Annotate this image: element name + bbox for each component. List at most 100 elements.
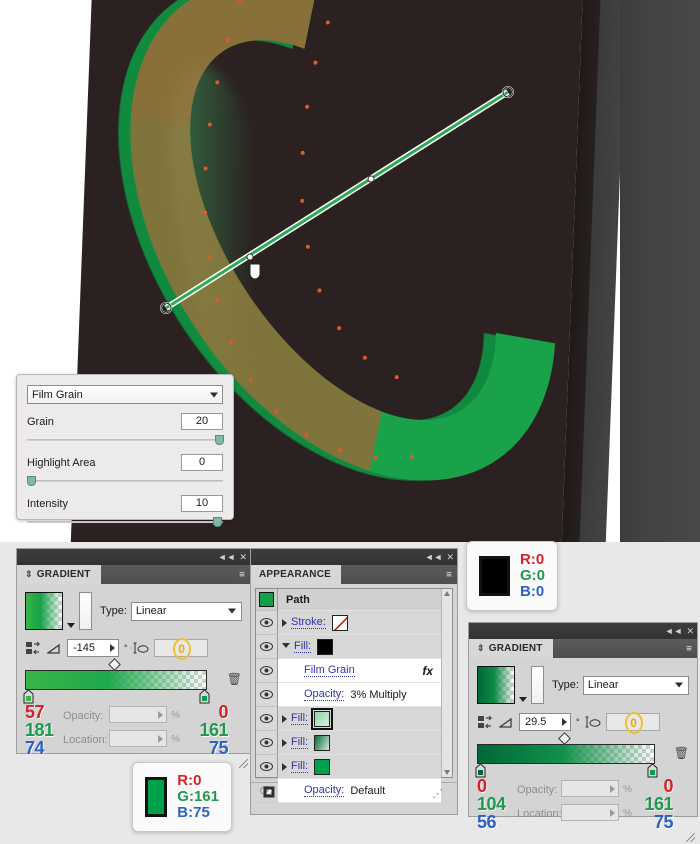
disclosure-triangle-icon[interactable]	[282, 618, 287, 627]
gradient-aspect-ratio-input[interactable]: 0	[153, 638, 208, 660]
opacity-label-1[interactable]: Opacity:	[304, 688, 345, 701]
location-input[interactable]	[109, 730, 167, 747]
delete-stop-icon[interactable]: 🗑	[674, 746, 689, 760]
grain-slider-knob[interactable]	[215, 435, 225, 445]
opacity-label-2[interactable]: Opacity:	[304, 784, 345, 797]
intensity-value-input[interactable]: 10	[181, 495, 223, 512]
effect-label-film-grain[interactable]: Film Grain	[304, 664, 355, 677]
fill-swatch-1[interactable]	[311, 707, 334, 730]
gradient-slider-strip[interactable]: 🗑	[23, 658, 242, 704]
highlight-area-slider[interactable]	[27, 476, 223, 486]
edit-gradient-icon[interactable]	[25, 641, 41, 655]
edit-gradient-icon[interactable]	[477, 715, 493, 729]
intensity-slider-knob[interactable]	[213, 517, 223, 527]
eye-icon-opacity-2[interactable]	[256, 779, 277, 803]
stroke-swatch-none[interactable]	[331, 614, 348, 631]
chevron-down-icon[interactable]	[519, 697, 527, 702]
panel-menu-icon[interactable]: ≡	[686, 644, 692, 654]
grain-value-input[interactable]: 20	[181, 413, 223, 430]
fill-swatch-0[interactable]	[317, 638, 334, 655]
appearance-row-fill-0[interactable]: Fill:	[278, 635, 441, 659]
appearance-row-fill-2[interactable]: Fill:	[278, 731, 441, 755]
appearance-rows[interactable]: Path Stroke: Fill: Film Grain fx Opacity…	[278, 589, 441, 803]
appearance-row-stroke[interactable]: Stroke:	[278, 611, 441, 635]
gradient-panel-right[interactable]: ◄◄ ✕ ⇕ GRADIENT ≡ Type: Linear 29.5 ° 0 …	[468, 622, 698, 842]
appearance-list[interactable]: Path Stroke: Fill: Film Grain fx Opacity…	[255, 588, 453, 803]
collapse-icon[interactable]: ◄◄	[218, 552, 236, 562]
fill-swatch-2[interactable]	[314, 734, 331, 751]
scroll-down-icon[interactable]	[444, 770, 450, 775]
panel-tabbar[interactable]: ⇕ GRADIENT ≡	[469, 639, 697, 658]
gradient-midpoint-diamond[interactable]	[108, 658, 121, 671]
reverse-gradient-button[interactable]	[79, 592, 92, 630]
effect-preset-select[interactable]: Film Grain	[27, 385, 223, 404]
collapse-icon[interactable]: ◄◄	[665, 626, 683, 636]
close-icon[interactable]: ✕	[686, 626, 694, 636]
panel-menu-icon[interactable]: ≡	[239, 570, 245, 580]
close-icon[interactable]: ✕	[446, 552, 454, 562]
chevron-down-icon[interactable]	[67, 623, 75, 628]
eye-icon-stroke[interactable]	[256, 611, 277, 635]
gradient-preview-swatch[interactable]	[25, 592, 63, 630]
gradient-type-select[interactable]: Linear	[582, 675, 689, 695]
tab-gradient[interactable]: ⇕ GRADIENT	[469, 639, 553, 658]
eye-icon-opacity-1[interactable]	[256, 683, 277, 707]
tab-appearance[interactable]: APPEARANCE	[251, 565, 342, 584]
gradient-midpoint-diamond[interactable]	[558, 732, 571, 745]
panel-tabbar[interactable]: APPEARANCE ≡	[251, 565, 457, 584]
stroke-label[interactable]: Stroke:	[291, 616, 326, 629]
opacity-input[interactable]	[561, 780, 619, 797]
film-grain-dialog[interactable]: Film Grain Grain 20 Highlight Area 0 Int…	[16, 374, 234, 527]
disclosure-triangle-icon[interactable]	[282, 762, 287, 771]
tab-gradient[interactable]: ⇕ GRADIENT	[17, 565, 101, 584]
fill-label-1[interactable]: Fill:	[291, 712, 309, 725]
gradient-angle-input[interactable]: -145	[67, 639, 119, 657]
reverse-gradient-button[interactable]	[531, 666, 544, 704]
highlight-area-slider-knob[interactable]	[27, 476, 36, 486]
fill-swatch-3[interactable]	[314, 758, 331, 775]
opacity-input[interactable]	[109, 706, 167, 723]
appearance-row-opacity-2[interactable]: Opacity: Default	[278, 779, 441, 803]
gradient-ramp-bar[interactable]	[477, 744, 655, 764]
gradient-type-select[interactable]: Linear	[130, 601, 242, 621]
panel-menu-icon[interactable]: ≡	[446, 570, 452, 580]
fx-icon[interactable]: fx	[422, 664, 433, 678]
eye-icon-fill-2[interactable]	[256, 731, 277, 755]
gradient-ramp-bar[interactable]	[25, 670, 207, 690]
disclosure-triangle-icon[interactable]	[282, 738, 287, 747]
gradient-preview-swatch[interactable]	[477, 666, 515, 704]
eye-icon-fill-0[interactable]	[256, 635, 277, 659]
appearance-panel[interactable]: ◄◄ ✕ APPEARANCE ≡ Path Stroke: Fill: Fil…	[250, 548, 458, 815]
panel-resize-grip[interactable]: ⋰	[432, 787, 443, 800]
gradient-angle-input[interactable]: 29.5	[519, 713, 571, 731]
gradient-aspect-ratio-input[interactable]: 0	[605, 712, 660, 734]
gradient-panel-left[interactable]: ◄◄ ✕ ⇕ GRADIENT ≡ Type: Linear -145 ° 0 …	[16, 548, 251, 768]
appearance-row-effect[interactable]: Film Grain fx	[278, 659, 441, 683]
fill-label-3[interactable]: Fill:	[291, 760, 309, 773]
scroll-up-icon[interactable]	[444, 591, 450, 596]
eye-icon-effect[interactable]	[256, 659, 277, 683]
grain-slider[interactable]	[27, 435, 225, 445]
fill-label-2[interactable]: Fill:	[291, 736, 309, 749]
close-icon[interactable]: ✕	[239, 552, 247, 562]
disclosure-triangle-icon[interactable]	[282, 714, 287, 723]
fill-label-0[interactable]: Fill:	[294, 640, 312, 653]
appearance-row-fill-3[interactable]: Fill:	[278, 755, 441, 779]
stepper-icon[interactable]	[610, 784, 615, 793]
intensity-slider[interactable]	[27, 517, 223, 527]
highlight-area-value-input[interactable]: 0	[181, 454, 223, 471]
panel-tabbar[interactable]: ⇕ GRADIENT ≡	[17, 565, 250, 584]
eye-icon-fill-3[interactable]	[256, 755, 277, 779]
gradient-stop-end[interactable]	[647, 763, 658, 778]
appearance-scrollbar[interactable]	[441, 589, 452, 777]
stepper-icon[interactable]	[110, 644, 115, 652]
gradient-slider-strip[interactable]: 🗑	[475, 732, 689, 778]
panel-resize-grip[interactable]	[686, 833, 695, 842]
disclosure-triangle-icon[interactable]	[282, 643, 290, 652]
location-input[interactable]	[561, 804, 619, 821]
stepper-icon[interactable]	[610, 808, 615, 817]
delete-stop-icon[interactable]: 🗑	[227, 672, 242, 686]
gradient-stop-end[interactable]	[199, 689, 210, 704]
appearance-row-fill-1[interactable]: Fill:	[278, 707, 441, 731]
appearance-row-opacity-1[interactable]: Opacity: 3% Multiply	[278, 683, 441, 707]
